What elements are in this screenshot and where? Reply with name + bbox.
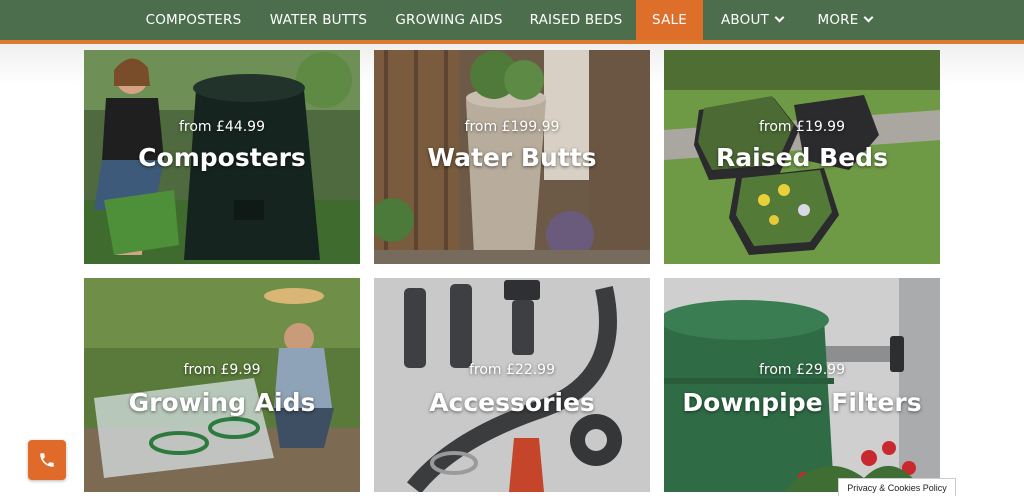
tile-title: Water Butts bbox=[427, 143, 597, 172]
chevron-down-icon bbox=[774, 12, 785, 22]
nav-raised-beds-label: RAISED BEDS bbox=[529, 12, 623, 28]
phone-icon bbox=[40, 453, 54, 467]
nav-about[interactable]: ABOUT bbox=[712, 0, 792, 40]
downpipe-filters-image bbox=[664, 278, 940, 492]
main-nav: COMPOSTERS WATER BUTTS GROWING AIDS RAIS… bbox=[0, 0, 1024, 40]
nav-water-butts-label: WATER BUTTS bbox=[269, 12, 368, 28]
nav-growing-aids[interactable]: GROWING AIDS bbox=[390, 0, 508, 40]
tile-price: from £29.99 bbox=[758, 362, 846, 378]
nav-water-butts[interactable]: WATER BUTTS bbox=[262, 0, 375, 40]
tile-title: Growing Aids bbox=[128, 388, 316, 417]
nav-more-label: MORE bbox=[817, 12, 859, 28]
accessories-image bbox=[374, 278, 650, 492]
tile-title: Accessories bbox=[429, 388, 595, 417]
nav-raised-beds[interactable]: RAISED BEDS bbox=[524, 0, 628, 40]
tile-raised-beds[interactable]: from £19.99 Raised Beds bbox=[664, 50, 940, 264]
privacy-cookies-label: Privacy & Cookies Policy bbox=[847, 482, 947, 493]
nav-more[interactable]: MORE bbox=[810, 0, 880, 40]
nav-sale-label: SALE bbox=[652, 12, 687, 28]
nav-composters[interactable]: COMPOSTERS bbox=[140, 0, 247, 40]
tile-growing-aids[interactable]: from £9.99 Growing Aids bbox=[84, 278, 360, 492]
tile-downpipe-filters[interactable]: from £29.99 Downpipe Filters bbox=[664, 278, 940, 492]
tile-price: from £199.99 bbox=[464, 119, 560, 135]
tile-title: Raised Beds bbox=[716, 143, 888, 172]
tile-accessories[interactable]: from £22.99 Accessories bbox=[374, 278, 650, 492]
chevron-down-icon bbox=[864, 12, 874, 22]
tile-water-butts[interactable]: from £199.99 Water Butts bbox=[374, 50, 650, 264]
nav-growing-aids-label: GROWING AIDS bbox=[395, 12, 503, 28]
tile-title: Downpipe Filters bbox=[682, 388, 922, 417]
nav-composters-label: COMPOSTERS bbox=[145, 12, 242, 28]
tile-price: from £22.99 bbox=[468, 362, 556, 378]
tile-composters[interactable]: from £44.99 Composters bbox=[84, 50, 360, 264]
nav-sale[interactable]: SALE bbox=[636, 0, 703, 40]
call-button[interactable] bbox=[28, 440, 66, 480]
privacy-cookies-link[interactable]: Privacy & Cookies Policy bbox=[838, 478, 956, 496]
growing-aids-image bbox=[84, 278, 360, 492]
tile-price: from £44.99 bbox=[178, 119, 266, 135]
nav-about-label: ABOUT bbox=[720, 12, 769, 28]
tile-price: from £9.99 bbox=[183, 362, 261, 378]
tile-title: Composters bbox=[138, 143, 306, 172]
tile-price: from £19.99 bbox=[758, 119, 846, 135]
